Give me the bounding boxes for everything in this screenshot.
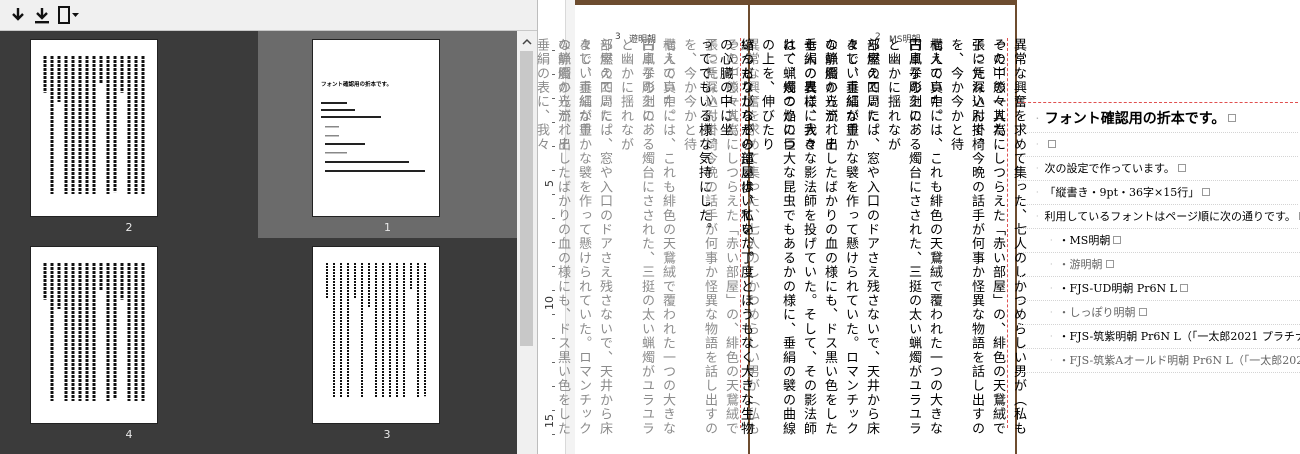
margin-guide [1018,102,1298,103]
thumbnail-label: 1 [384,221,391,234]
page1-line: · ・游明朝 [1018,252,1300,277]
page1-line-text: ・FJS-筑紫Aオールド明朝 Pr6N L（「一太郎2021 プラチナ [1058,354,1300,367]
page1-line-text: ・MS明朝 [1058,234,1111,247]
page1-line-text: 利用しているフォントはページ順に次の通りです。 [1044,210,1296,223]
text-column: 古風な彫刻のある燭台にさされた、三挺の太い蝋燭がユラユラと幽かに揺れなが [618,38,654,436]
page1-title: フォント確認用の折本です。 [1044,111,1226,127]
text-column: 古風な彫刻のある燭台にさされた、三挺の太い蝋燭がユラユラと幽かに揺れなが [885,38,921,436]
page1-line: · 利用しているフォントはページ順に次の通りです。 [1018,204,1300,229]
thumbnail-image [31,40,157,216]
text-column: いつもながらその部屋は、私を、丁度とほうもなく大きな生物の心臓の中に坐 [717,38,753,436]
page1-title-row: · フォント確認用の折本です。 [1018,104,1298,133]
arrow-down-bar-icon[interactable] [32,4,52,26]
thumbnail-title: フォント確認用の折本です。 [321,80,392,88]
text-column: れて、幾つかの巨大な昆虫でもあるかの様に、垂絹の襞の曲線の上を、伸びたり [759,38,795,436]
document-view[interactable]: 3 遊明朝 異常な興奮を求めて集った、七人のしかつめらしい男が（私もその中の一人… [534,0,1300,454]
page1-line-text: ・FJS-UD明朝 Pr6N L [1058,282,1177,295]
page1-line: · ・MS明朝 [1018,228,1300,253]
return-mark-icon [1138,308,1147,316]
arrow-down-icon[interactable] [8,4,28,26]
page-top-border [575,0,1015,5]
return-mark-icon [1113,236,1122,244]
text-column: ってでもいる様な気持にした。 [696,38,711,237]
thumbnail-label: 3 [383,428,391,441]
page1-line-text: ・しっぽり明朝 [1058,306,1136,319]
page1-line: · 「縦書き・9pt・36字×15行」 [1018,180,1298,205]
thumbnail-page-3[interactable]: 3 [258,238,516,445]
thumbnail-pane: 2 フォント確認用の折本です。 1 4 3 [0,0,537,454]
return-mark-icon [1105,260,1114,268]
page-view-menu-icon[interactable] [56,4,84,26]
thumbnail-page-4[interactable]: 4 [0,238,258,445]
page1-line: · ・しっぽり明朝 [1018,300,1300,325]
page1-line: ·・FJS-筑紫Aオールド明朝 Pr6N L（「一太郎2021 プラチナ [1018,348,1300,373]
thumbnail-image: フォント確認用の折本です。 [313,40,439,216]
thumbnail-image [313,247,439,423]
return-mark-icon [1228,114,1237,122]
page-1: · フォント確認用の折本です。 · · 次の設定で作っています。 · 「縦書き・9pt・… [1018,0,1300,454]
return-mark-icon [1047,140,1056,148]
thumbnail-label: 4 [125,428,133,441]
thumbnail-image [31,247,157,423]
page1-line: · ・FJS-UD明朝 Pr6N L [1018,276,1300,301]
text-column: の静脈から流れ出したばかりの血の様にも、ドス黒い色をした垂絹の表に、我々 [534,38,570,436]
text-column: 子に凭れ込んで、今晩の話手が何事か怪異な物語を話し出すのを、今か今かと待 [948,38,984,436]
return-mark-icon [1177,164,1186,172]
page1-line: ·・FJS-筑紫明朝 Pr6N L（「一太郎2021 プラチナ」付属） [1018,324,1300,349]
return-mark-icon [1202,188,1211,196]
return-mark-icon [1179,284,1188,292]
thumbnail-page-2[interactable]: 2 [0,31,258,238]
page1-line-text: ・游明朝 [1058,258,1103,271]
page1-line-text: ・FJS-筑紫明朝 Pr6N L（「一太郎2021 プラチナ」付属） [1058,330,1300,343]
thumbnail-page-1[interactable]: フォント確認用の折本です。 1 [258,31,517,238]
thumbnail-toolbar [0,0,537,31]
page1-line: · 次の設定で作っています。 [1018,156,1298,181]
page1-line-text: 次の設定で作っています。 [1044,162,1175,175]
thumbnail-label: 2 [125,221,133,234]
page1-empty-row: · [1018,132,1298,157]
page1-line-text: 「縦書き・9pt・36字×15行」 [1044,186,1200,199]
